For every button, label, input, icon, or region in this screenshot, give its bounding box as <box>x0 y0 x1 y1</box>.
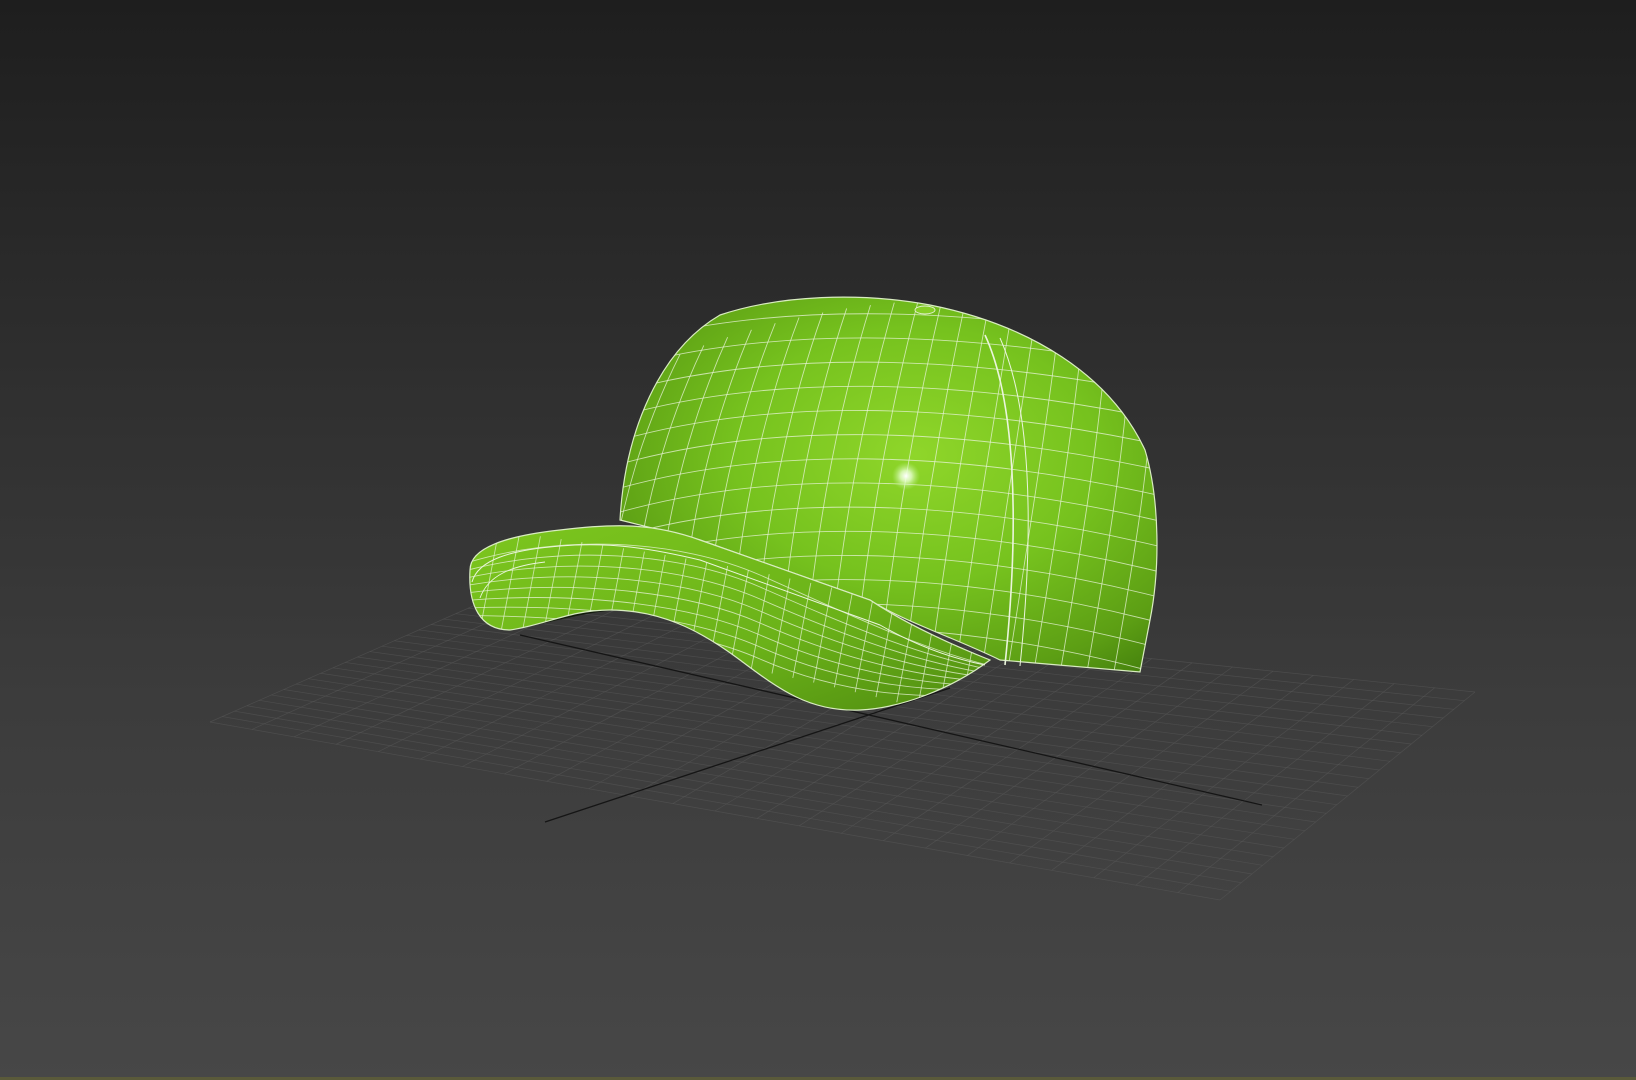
viewport-canvas[interactable] <box>0 0 1636 1080</box>
grid-line <box>925 662 1193 849</box>
perspective-viewport[interactable] <box>0 0 1636 1080</box>
grid-line <box>1051 675 1314 871</box>
grid-line <box>1177 687 1435 893</box>
grid-line <box>967 666 1233 856</box>
cap-button <box>914 305 936 315</box>
grid-line <box>1219 691 1476 901</box>
specular-highlight <box>892 462 920 490</box>
grid-line <box>1093 679 1354 879</box>
